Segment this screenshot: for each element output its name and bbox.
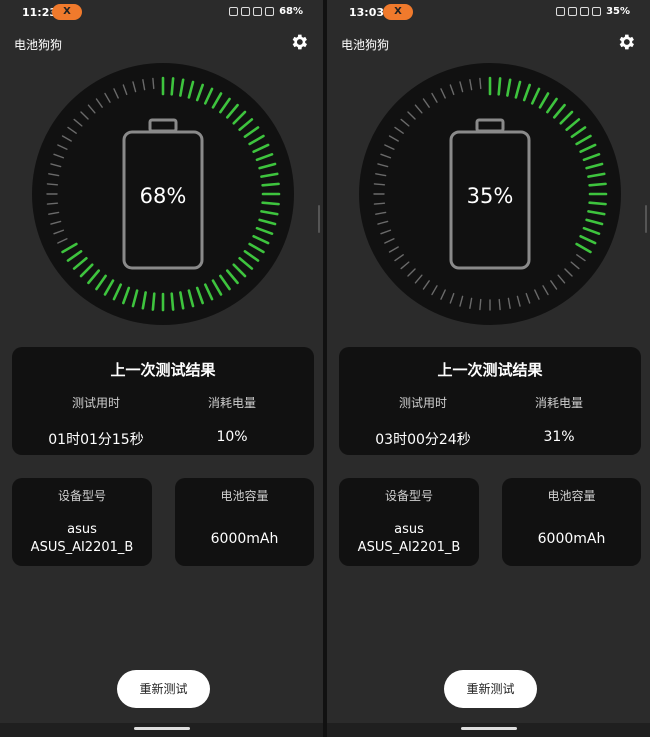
app-bar: 电池狗狗 <box>341 34 636 54</box>
device-brand: asus <box>394 522 424 537</box>
usage-label: 消耗电量 <box>534 396 583 410</box>
home-handle[interactable] <box>134 727 190 730</box>
home-handle[interactable] <box>461 727 517 730</box>
test-time-value: 01时01分15秒 <box>48 432 144 448</box>
gauge-tick-dim <box>373 202 386 205</box>
gauge-tick-dim <box>498 298 501 311</box>
mute-icon <box>568 7 578 16</box>
device-brand: asus <box>67 522 97 537</box>
battery-gauge: 68% <box>32 63 294 325</box>
gauge-tick-dim <box>152 77 155 90</box>
scroll-indicator <box>318 205 320 233</box>
battery-capacity-label: 电池容量 <box>547 489 596 503</box>
app-bar: 电池狗狗 <box>14 34 309 54</box>
wifi-icon <box>580 7 590 16</box>
result-heading: 上一次测试结果 <box>437 361 543 379</box>
phone-screen-right: 13:03 X 35% 电池狗狗 35% 上一次测试结果 测试用时 消耗电量 0… <box>327 0 650 737</box>
gauge-tick-dim <box>46 183 59 186</box>
navigation-bar <box>327 723 650 737</box>
status-battery-percent: 68% <box>279 6 303 17</box>
usage-value: 31% <box>543 429 575 445</box>
battery-capacity-card: 电池容量 6000mAh <box>502 478 641 566</box>
gauge-tick-lit <box>261 182 280 187</box>
device-model-card: 设备型号 asus ASUS_AI2201_B <box>339 478 479 566</box>
app-title: 电池狗狗 <box>14 38 63 52</box>
retest-button[interactable]: 重新测试 <box>444 670 537 708</box>
gauge-tick-lit <box>170 292 175 311</box>
navigation-bar <box>0 723 323 737</box>
gauge-tick-dim <box>479 77 482 90</box>
gauge-tick-lit <box>497 77 502 96</box>
gauge-tick-dim <box>46 202 59 205</box>
status-pill: X <box>383 4 413 20</box>
nfc-icon <box>229 7 239 16</box>
device-model: ASUS_AI2201_B <box>30 540 134 555</box>
wifi-icon <box>253 7 263 16</box>
device-model-label: 设备型号 <box>384 489 433 503</box>
mute-icon <box>241 7 251 16</box>
status-icons: 35% <box>556 6 630 17</box>
battery-gauge: 35% <box>359 63 621 325</box>
scroll-indicator <box>645 205 647 233</box>
battery-icon <box>265 7 275 16</box>
gauge-tick-lit <box>151 292 156 311</box>
status-battery-percent: 35% <box>606 6 630 17</box>
test-time-label: 测试用时 <box>71 396 120 410</box>
settings-gear-icon[interactable] <box>289 32 309 52</box>
gauge-tick-lit <box>170 77 175 96</box>
battery-capacity-value: 6000mAh <box>210 531 279 547</box>
gauge-percent-label: 35% <box>467 184 514 208</box>
test-time-label: 测试用时 <box>398 396 447 410</box>
status-time: 13:03 <box>349 6 385 19</box>
status-bar: 13:03 X 35% <box>327 0 650 26</box>
gauge-percent-label: 68% <box>140 184 187 208</box>
last-test-result-card: 上一次测试结果 测试用时 消耗电量 01时01分15秒 10% <box>12 347 314 455</box>
retest-button[interactable]: 重新测试 <box>117 670 210 708</box>
test-time-value: 03时00分24秒 <box>375 432 471 448</box>
last-test-result-card: 上一次测试结果 测试用时 消耗电量 03时00分24秒 31% <box>339 347 641 455</box>
status-icons: 68% <box>229 6 303 17</box>
gauge-tick-lit <box>261 201 280 206</box>
settings-gear-icon[interactable] <box>616 32 636 52</box>
app-title: 电池狗狗 <box>341 38 390 52</box>
gauge-tick-lit <box>588 201 607 206</box>
battery-capacity-value: 6000mAh <box>537 531 606 547</box>
usage-label: 消耗电量 <box>207 396 256 410</box>
device-model-label: 设备型号 <box>57 489 106 503</box>
result-heading: 上一次测试结果 <box>110 361 216 379</box>
status-bar: 11:23 X 68% <box>0 0 323 26</box>
gauge-tick-dim <box>479 298 482 311</box>
battery-capacity-card: 电池容量 6000mAh <box>175 478 314 566</box>
phone-screen-left: 11:23 X 68% 电池狗狗 68% 上一次测试结果 测试用时 消耗电量 0… <box>0 0 323 737</box>
nfc-icon <box>556 7 566 16</box>
device-model: ASUS_AI2201_B <box>357 540 461 555</box>
usage-value: 10% <box>216 429 248 445</box>
status-pill: X <box>52 4 82 20</box>
battery-capacity-label: 电池容量 <box>220 489 269 503</box>
battery-icon <box>592 7 602 16</box>
gauge-tick-lit <box>588 182 607 187</box>
device-model-card: 设备型号 asus ASUS_AI2201_B <box>12 478 152 566</box>
gauge-tick-dim <box>373 183 386 186</box>
